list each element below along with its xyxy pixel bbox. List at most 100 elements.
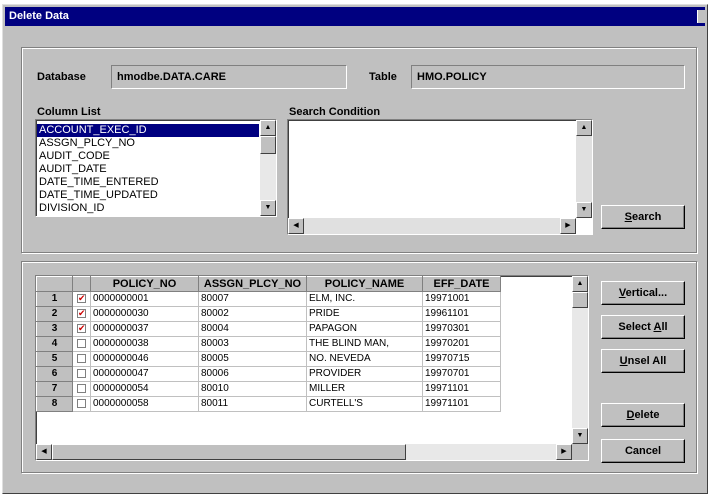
- search-condition-label: Search Condition: [289, 106, 381, 118]
- eff-date-cell: 19971001: [422, 291, 501, 307]
- row-checkbox-cell[interactable]: [72, 366, 91, 382]
- assgn-plcy-no-cell: 80007: [198, 291, 307, 307]
- checkbox[interactable]: [77, 338, 86, 348]
- column-list-scrollbar[interactable]: ▲ ▼: [260, 120, 276, 216]
- assgn-plcy-no-cell: 80003: [198, 336, 307, 352]
- row-number[interactable]: 6: [36, 366, 73, 382]
- policy-name-cell: NO. NEVEDA: [306, 351, 423, 367]
- scroll-up-icon[interactable]: ▲: [260, 120, 276, 136]
- column-header[interactable]: ASSGN_PLCY_NO: [198, 276, 307, 292]
- check-header: [72, 276, 91, 292]
- cancel-button[interactable]: Cancel: [601, 439, 685, 463]
- row-number[interactable]: 8: [36, 396, 73, 412]
- column-header[interactable]: POLICY_NAME: [306, 276, 423, 292]
- checkbox[interactable]: [77, 368, 86, 378]
- select-all-button[interactable]: Select All: [601, 315, 685, 339]
- row-checkbox-cell[interactable]: ✔: [72, 291, 91, 307]
- policy-name-cell: PRIDE: [306, 306, 423, 322]
- policy-no-cell: 0000000047: [90, 366, 199, 382]
- results-grid[interactable]: POLICY_NO ASSGN_PLCY_NO POLICY_NAME EFF_…: [35, 275, 589, 461]
- column-list-item[interactable]: DIVISION_ID: [37, 202, 259, 215]
- policy-no-cell: 0000000030: [90, 306, 199, 322]
- row-number[interactable]: 3: [36, 321, 73, 337]
- vertical-button[interactable]: Vertical...: [601, 281, 685, 305]
- scroll-thumb[interactable]: [52, 444, 406, 460]
- policy-name-cell: MILLER: [306, 381, 423, 397]
- table-row[interactable]: 4 0000000038 80003 THE BLIND MAN, 19970201: [36, 336, 501, 352]
- scroll-up-icon[interactable]: ▲: [576, 120, 592, 136]
- eff-date-cell: 19961101: [422, 306, 501, 322]
- scroll-thumb[interactable]: [260, 136, 276, 154]
- row-number[interactable]: 2: [36, 306, 73, 322]
- policy-no-cell: 0000000058: [90, 396, 199, 412]
- check-icon[interactable]: ✔: [77, 323, 86, 333]
- policy-name-cell: PAPAGON: [306, 321, 423, 337]
- column-list[interactable]: ACCOUNT_EXEC_ID ASSGN_PLCY_NO AUDIT_CODE AU…: [35, 119, 277, 217]
- scroll-down-icon[interactable]: ▼: [260, 200, 276, 216]
- policy-no-cell: 0000000038: [90, 336, 199, 352]
- checkbox[interactable]: [77, 383, 86, 393]
- scroll-right-icon[interactable]: ▶: [560, 218, 576, 234]
- search-button[interactable]: Search: [601, 205, 685, 229]
- table-row[interactable]: 8 0000000058 80011 CURTELL'S 19971101: [36, 396, 501, 412]
- scroll-right-icon[interactable]: ▶: [556, 444, 572, 460]
- checkbox[interactable]: [77, 398, 86, 408]
- assgn-plcy-no-cell: 80010: [198, 381, 307, 397]
- row-checkbox-cell[interactable]: [72, 396, 91, 412]
- database-label: Database: [37, 71, 86, 83]
- scroll-down-icon[interactable]: ▼: [576, 202, 592, 218]
- row-checkbox-cell[interactable]: ✔: [72, 321, 91, 337]
- close-icon[interactable]: [697, 10, 705, 23]
- assgn-plcy-no-cell: 80005: [198, 351, 307, 367]
- table-row[interactable]: 6 0000000047 80006 PROVIDER 19970701: [36, 366, 501, 382]
- column-header[interactable]: EFF_DATE: [422, 276, 501, 292]
- search-hscroll[interactable]: ◀ ▶: [288, 218, 576, 234]
- policy-name-cell: THE BLIND MAN,: [306, 336, 423, 352]
- row-checkbox-cell[interactable]: ✔: [72, 306, 91, 322]
- policy-name-cell: PROVIDER: [306, 366, 423, 382]
- scroll-down-icon[interactable]: ▼: [572, 428, 588, 444]
- scroll-left-icon[interactable]: ◀: [36, 444, 52, 460]
- row-number[interactable]: 1: [36, 291, 73, 307]
- eff-date-cell: 19970701: [422, 366, 501, 382]
- column-list-item[interactable]: ACCOUNT_EXEC_ID: [37, 124, 259, 137]
- check-icon[interactable]: ✔: [77, 293, 86, 303]
- row-checkbox-cell[interactable]: [72, 381, 91, 397]
- column-list-item[interactable]: DATE_TIME_UPDATED: [37, 189, 259, 202]
- column-list-item[interactable]: AUDIT_DATE: [37, 163, 259, 176]
- table-row[interactable]: 3 ✔ 0000000037 80004 PAPAGON 19970301: [36, 321, 501, 337]
- row-checkbox-cell[interactable]: [72, 351, 91, 367]
- row-number[interactable]: 7: [36, 381, 73, 397]
- grid-hscroll[interactable]: ◀ ▶: [36, 444, 572, 460]
- unselect-all-button[interactable]: Unsel All: [601, 349, 685, 373]
- column-list-item[interactable]: ASSGN_PLCY_NO: [37, 137, 259, 150]
- search-vscroll[interactable]: ▲ ▼: [576, 120, 592, 218]
- table-row[interactable]: 5 0000000046 80005 NO. NEVEDA 19970715: [36, 351, 501, 367]
- check-icon[interactable]: ✔: [77, 308, 86, 318]
- assgn-plcy-no-cell: 80004: [198, 321, 307, 337]
- scroll-up-icon[interactable]: ▲: [572, 276, 588, 292]
- table-row[interactable]: 2 ✔ 0000000030 80002 PRIDE 19961101: [36, 306, 501, 322]
- checkbox[interactable]: [77, 353, 86, 363]
- row-number[interactable]: 4: [36, 336, 73, 352]
- column-list-item[interactable]: AUDIT_CODE: [37, 150, 259, 163]
- policy-no-cell: 0000000037: [90, 321, 199, 337]
- table-row[interactable]: 1 ✔ 0000000001 80007 ELM, INC. 19971001: [36, 291, 501, 307]
- column-list-item[interactable]: DATE_TIME_ENTERED: [37, 176, 259, 189]
- scroll-left-icon[interactable]: ◀: [288, 218, 304, 234]
- row-checkbox-cell[interactable]: [72, 336, 91, 352]
- grid-vscroll[interactable]: ▲ ▼: [572, 276, 588, 444]
- table-row[interactable]: 7 0000000054 80010 MILLER 19971101: [36, 381, 501, 397]
- search-condition-input[interactable]: ▲ ▼ ◀ ▶: [287, 119, 593, 235]
- database-field: hmodbe.DATA.CARE: [111, 65, 347, 89]
- assgn-plcy-no-cell: 80006: [198, 366, 307, 382]
- title-bar[interactable]: Delete Data: [5, 7, 705, 26]
- delete-button[interactable]: Delete: [601, 403, 685, 427]
- row-number[interactable]: 5: [36, 351, 73, 367]
- scroll-thumb[interactable]: [572, 292, 588, 308]
- eff-date-cell: 19970201: [422, 336, 501, 352]
- results-table: POLICY_NO ASSGN_PLCY_NO POLICY_NAME EFF_…: [36, 276, 501, 412]
- column-header[interactable]: POLICY_NO: [90, 276, 199, 292]
- policy-no-cell: 0000000001: [90, 291, 199, 307]
- delete-data-dialog: Delete Data Database hmodbe.DATA.CARE Ta…: [2, 4, 708, 494]
